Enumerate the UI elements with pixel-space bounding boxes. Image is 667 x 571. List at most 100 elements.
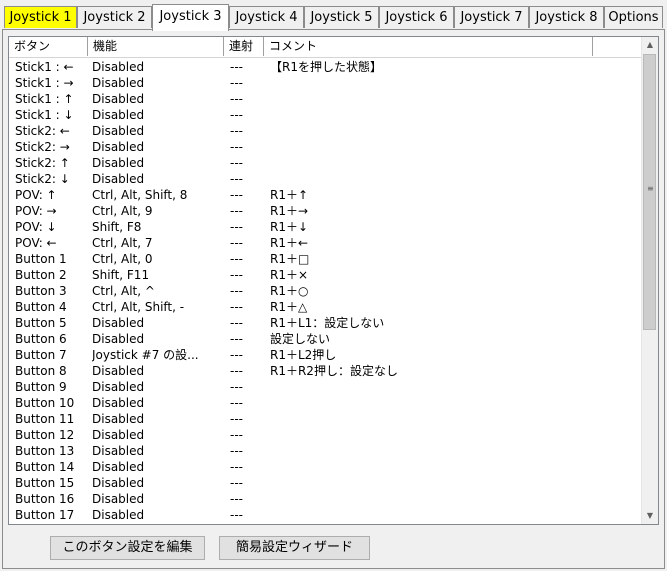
tab-joystick-5[interactable]: Joystick 5 xyxy=(304,6,379,28)
list-item[interactable]: Stick1 : → Disabled --- xyxy=(9,75,642,91)
rapid-fire-cell: --- xyxy=(230,508,243,522)
list-item[interactable]: Stick1 : ↑ Disabled --- xyxy=(9,91,642,107)
button-name-cell: Button 8 xyxy=(15,364,67,378)
function-cell: Disabled xyxy=(92,140,145,154)
button-name-cell: Stick2: ↑ xyxy=(15,156,70,170)
function-cell: Disabled xyxy=(92,428,145,442)
rapid-fire-cell: --- xyxy=(230,348,243,362)
rapid-fire-cell: --- xyxy=(230,412,243,426)
list-item[interactable]: Stick1 : ← Disabled --- 【R1を押した状態】 xyxy=(9,59,642,75)
list-item[interactable]: Button 8 Disabled --- R1＋R2押し：設定なし xyxy=(9,363,642,379)
list-item[interactable]: Button 7 Joystick #7 の設... --- R1＋L2押し xyxy=(9,347,642,363)
list-item[interactable]: Button 12 Disabled --- xyxy=(9,427,642,443)
function-cell: Disabled xyxy=(92,492,145,506)
button-mapping-list[interactable]: ボタン 機能 連射 コメント Stick1 : ← Disabled --- 【R1を… xyxy=(8,36,659,525)
rapid-fire-cell: --- xyxy=(230,60,243,74)
function-cell: Disabled xyxy=(92,76,145,90)
list-item[interactable]: Button 2 Shift, F11 --- R1＋× xyxy=(9,267,642,283)
list-item[interactable]: Button 10 Disabled --- xyxy=(9,395,642,411)
button-name-cell: Button 16 xyxy=(15,492,75,506)
list-item[interactable]: POV: ↑ Ctrl, Alt, Shift, 8 --- R1＋↑ xyxy=(9,187,642,203)
comment-cell: R1＋↓ xyxy=(270,220,309,234)
function-cell: Disabled xyxy=(92,172,145,186)
list-item[interactable]: Stick2: ← Disabled --- xyxy=(9,123,642,139)
column-header-function[interactable]: 機能 xyxy=(88,37,224,56)
button-name-cell: Button 13 xyxy=(15,444,75,458)
list-item[interactable]: Stick2: ↓ Disabled --- xyxy=(9,171,642,187)
button-name-cell: Button 17 xyxy=(15,508,75,522)
comment-cell: R1＋L2押し xyxy=(270,348,337,362)
function-cell: Ctrl, Alt, 9 xyxy=(92,204,153,218)
rapid-fire-cell: --- xyxy=(230,140,243,154)
list-item[interactable]: Stick2: ↑ Disabled --- xyxy=(9,155,642,171)
rapid-fire-cell: --- xyxy=(230,316,243,330)
function-cell: Disabled xyxy=(92,508,145,522)
list-item[interactable]: Button 15 Disabled --- xyxy=(9,475,642,491)
tab-joystick-3[interactable]: Joystick 3 xyxy=(152,4,229,31)
rapid-fire-cell: --- xyxy=(230,108,243,122)
tab-joystick-6[interactable]: Joystick 6 xyxy=(379,6,454,28)
tab-joystick-8[interactable]: Joystick 8 xyxy=(529,6,604,28)
edit-button-setting-button[interactable]: このボタン設定を編集 xyxy=(50,536,205,560)
button-name-cell: Button 9 xyxy=(15,380,67,394)
tab-joystick-2[interactable]: Joystick 2 xyxy=(77,6,152,28)
list-item[interactable]: Button 6 Disabled --- 設定しない xyxy=(9,331,642,347)
tab-joystick-7[interactable]: Joystick 7 xyxy=(454,6,529,28)
grip-icon: ≡ xyxy=(647,184,654,193)
function-cell: Disabled xyxy=(92,108,145,122)
function-cell: Disabled xyxy=(92,92,145,106)
list-item[interactable]: Button 13 Disabled --- xyxy=(9,443,642,459)
column-header-button[interactable]: ボタン xyxy=(9,37,88,56)
button-name-cell: Button 15 xyxy=(15,476,75,490)
scrollbar-thumb[interactable]: ≡ xyxy=(643,54,656,330)
button-name-cell: Button 4 xyxy=(15,300,67,314)
list-item[interactable]: Button 16 Disabled --- xyxy=(9,491,642,507)
scroll-down-icon[interactable]: ▼ xyxy=(642,508,658,524)
rapid-fire-cell: --- xyxy=(230,476,243,490)
rapid-fire-cell: --- xyxy=(230,252,243,266)
tab-joystick-4[interactable]: Joystick 4 xyxy=(229,6,304,28)
vertical-scrollbar[interactable]: ▲ ≡ ▼ xyxy=(641,37,658,524)
button-name-cell: Button 1 xyxy=(15,252,67,266)
rapid-fire-cell: --- xyxy=(230,204,243,218)
function-cell: Disabled xyxy=(92,412,145,426)
button-name-cell: Stick1 : ↑ xyxy=(15,92,74,106)
tab-options[interactable]: Options xyxy=(604,6,663,28)
button-name-cell: Stick2: → xyxy=(15,140,70,154)
function-cell: Shift, F11 xyxy=(92,268,150,282)
setup-wizard-button[interactable]: 簡易設定ウィザード xyxy=(219,536,370,560)
comment-cell: R1＋↑ xyxy=(270,188,309,202)
list-item[interactable]: Stick1 : ↓ Disabled --- xyxy=(9,107,642,123)
button-name-cell: Button 6 xyxy=(15,332,67,346)
list-item[interactable]: Button 17 Disabled --- xyxy=(9,507,642,523)
function-cell: Disabled xyxy=(92,332,145,346)
tab-joystick-1[interactable]: Joystick 1 xyxy=(4,6,77,28)
button-name-cell: POV: ↓ xyxy=(15,220,57,234)
button-name-cell: Button 2 xyxy=(15,268,67,282)
comment-cell: R1＋L1：設定しない xyxy=(270,316,385,330)
list-item[interactable]: Button 1 Ctrl, Alt, 0 --- R1＋□ xyxy=(9,251,642,267)
scroll-up-icon[interactable]: ▲ xyxy=(642,37,658,53)
rapid-fire-cell: --- xyxy=(230,76,243,90)
function-cell: Ctrl, Alt, 0 xyxy=(92,252,153,266)
list-item[interactable]: POV: → Ctrl, Alt, 9 --- R1＋→ xyxy=(9,203,642,219)
comment-cell: R1＋□ xyxy=(270,252,310,266)
function-cell: Disabled xyxy=(92,364,145,378)
list-item[interactable]: Button 5 Disabled --- R1＋L1：設定しない xyxy=(9,315,642,331)
list-item[interactable]: Button 9 Disabled --- xyxy=(9,379,642,395)
comment-cell: 【R1を押した状態】 xyxy=(270,60,382,74)
function-cell: Joystick #7 の設... xyxy=(92,348,199,362)
list-item[interactable]: Button 14 Disabled --- xyxy=(9,459,642,475)
function-cell: Disabled xyxy=(92,476,145,490)
list-item[interactable]: POV: ← Ctrl, Alt, 7 --- R1＋← xyxy=(9,235,642,251)
list-item[interactable]: Button 3 Ctrl, Alt, ^ --- R1＋○ xyxy=(9,283,642,299)
rapid-fire-cell: --- xyxy=(230,428,243,442)
column-header-comment[interactable]: コメント xyxy=(264,37,593,56)
list-item[interactable]: POV: ↓ Shift, F8 --- R1＋↓ xyxy=(9,219,642,235)
list-item[interactable]: Button 4 Ctrl, Alt, Shift, - --- R1＋△ xyxy=(9,299,642,315)
list-item[interactable]: Stick2: → Disabled --- xyxy=(9,139,642,155)
tab-strip: Joystick 1 Joystick 2 Joystick 3 Joystic… xyxy=(2,4,665,31)
button-name-cell: POV: → xyxy=(15,204,57,218)
list-item[interactable]: Button 11 Disabled --- xyxy=(9,411,642,427)
column-header-rapid-fire[interactable]: 連射 xyxy=(224,37,264,56)
